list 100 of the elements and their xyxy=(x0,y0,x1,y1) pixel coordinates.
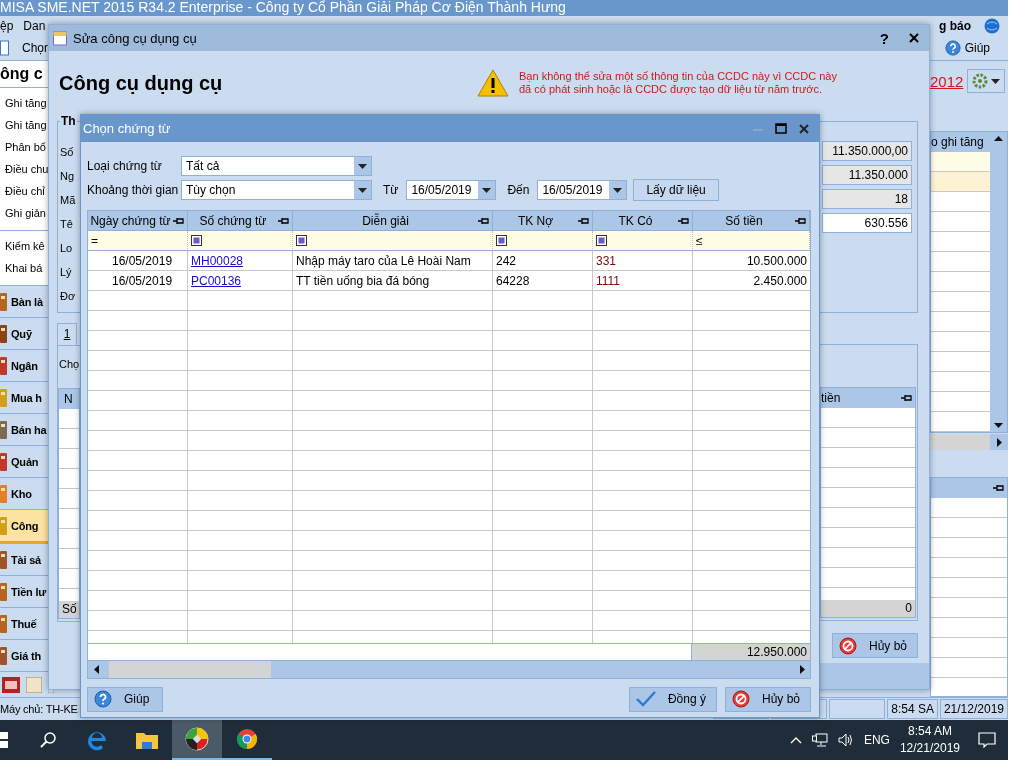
horizontal-scrollbar[interactable] xyxy=(88,660,810,678)
document-number-link[interactable]: PC00136 xyxy=(191,274,242,288)
module-icon xyxy=(0,450,8,473)
task-link[interactable]: Khai bá xyxy=(5,257,43,279)
task-link[interactable]: Ghi tăng xyxy=(5,92,47,114)
dropdown-arrow-icon[interactable] xyxy=(613,187,623,193)
task-link[interactable]: Phân bổ xyxy=(5,136,46,158)
date-picker[interactable]: 16/05/2019 xyxy=(537,180,628,200)
pin-icon[interactable] xyxy=(578,217,589,225)
clock[interactable]: 8:54 AM 12/21/2019 xyxy=(899,723,960,757)
pin-icon[interactable] xyxy=(795,217,806,225)
module-icon xyxy=(0,514,8,537)
column-header[interactable]: Số chứng từ xyxy=(188,211,293,231)
filter-operator-icon[interactable] xyxy=(596,235,607,246)
taskbar-button[interactable] xyxy=(172,720,222,760)
dropdown-arrow-icon[interactable] xyxy=(358,163,367,169)
pin-icon[interactable] xyxy=(278,217,289,225)
window-title: MISA SME.NET 2015 R34.2 Enterprise - Công ty Cổ Phần Giải Pháp Cơ Điện Thành Hưng xyxy=(0,0,1008,16)
chrome-icon xyxy=(236,728,258,750)
tab[interactable]: 1 xyxy=(57,323,77,345)
help-link[interactable]: Giúp xyxy=(964,41,990,55)
warning-icon xyxy=(477,69,509,97)
windows-logo-icon[interactable] xyxy=(0,732,8,748)
scroll-left-arrow-icon[interactable] xyxy=(93,665,99,674)
task-link[interactable]: Điều chu xyxy=(5,158,49,180)
scrollbar[interactable] xyxy=(930,434,1008,450)
debit-account-cell: 64228 xyxy=(496,274,530,288)
search-icon[interactable] xyxy=(40,732,56,748)
module-icon xyxy=(0,354,8,377)
filter-operator[interactable]: = xyxy=(91,230,98,251)
field-label: Đến xyxy=(507,183,530,197)
filter-operator-icon[interactable] xyxy=(496,235,507,246)
pin-icon[interactable] xyxy=(478,217,489,225)
scroll-down-arrow-icon[interactable] xyxy=(994,423,1003,428)
help-button[interactable]: Giúp xyxy=(87,686,163,712)
field-label: Số xyxy=(60,145,74,160)
column-header[interactable]: TK Nợ xyxy=(493,211,593,231)
date-picker[interactable]: 16/05/2019 xyxy=(406,180,497,200)
close-icon[interactable] xyxy=(799,123,809,134)
task-link[interactable]: Ghi tăng xyxy=(5,114,47,136)
chevron-up-icon[interactable] xyxy=(789,736,802,744)
module-icon xyxy=(0,580,8,603)
globe-icon[interactable] xyxy=(984,18,1000,34)
status-time: 8:54 SA xyxy=(887,699,938,719)
pin-icon[interactable] xyxy=(993,484,1004,492)
menu-item[interactable]: Dan xyxy=(23,19,46,33)
pin-icon[interactable] xyxy=(678,217,689,225)
scroll-up-arrow-icon[interactable] xyxy=(994,136,1003,141)
calendar-icon[interactable] xyxy=(2,676,20,693)
ok-button[interactable]: Đồng ý xyxy=(628,686,717,712)
notification-label[interactable]: g báo xyxy=(939,19,971,33)
filter-operator[interactable]: ≤ xyxy=(696,230,703,251)
close-icon[interactable] xyxy=(909,33,919,43)
amount-field[interactable]: 630.556 xyxy=(822,213,912,233)
column-header[interactable]: Diễn giải xyxy=(293,211,493,231)
speaker-icon[interactable] xyxy=(837,733,854,747)
task-link[interactable]: Kiểm kê xyxy=(5,235,45,257)
pin-icon[interactable] xyxy=(173,217,184,225)
scroll-right-arrow-icon[interactable] xyxy=(996,437,1002,447)
filter-operator-icon[interactable] xyxy=(296,235,307,246)
caret-icon[interactable] xyxy=(991,78,1001,84)
pin-icon[interactable] xyxy=(901,394,912,402)
gear-icon xyxy=(972,73,989,89)
cancel-icon xyxy=(838,636,857,655)
footer-total: 0 xyxy=(905,600,912,617)
app-icon xyxy=(185,727,209,751)
network-icon[interactable] xyxy=(811,733,828,747)
field-label: Ng xyxy=(60,169,75,184)
dropdown-arrow-icon[interactable] xyxy=(358,187,367,193)
scrollbar[interactable] xyxy=(990,132,1007,432)
help-button[interactable]: ? xyxy=(879,29,889,47)
cancel-button[interactable]: Hủy bỏ xyxy=(724,686,811,712)
dialog-title: Chọn chứng từ xyxy=(83,121,171,136)
document-icon[interactable] xyxy=(0,40,10,56)
document-type-dropdown[interactable]: Tất cả xyxy=(181,156,372,176)
menu-item[interactable]: ệp xyxy=(0,19,14,33)
maximize-icon[interactable] xyxy=(775,123,787,134)
column-header[interactable]: Ngày chứng từ xyxy=(88,211,188,231)
column-header[interactable]: Số tiền xyxy=(693,211,810,231)
task-link[interactable]: Điều chỉ xyxy=(5,180,45,202)
scroll-right-arrow-icon[interactable] xyxy=(799,665,805,674)
column-header[interactable]: TK Có xyxy=(593,211,693,231)
field-label: Mã xyxy=(60,193,76,208)
description-cell: TT tiền uống bia đá bóng xyxy=(296,274,430,288)
filter-operator-icon[interactable] xyxy=(191,235,202,246)
year-link[interactable]: 2012 xyxy=(930,72,964,90)
footer-label: Số xyxy=(62,601,77,618)
task-link[interactable]: Ghi giản xyxy=(5,202,46,224)
fetch-data-button[interactable]: Lấy dữ liệu xyxy=(633,179,719,201)
document-number-link[interactable]: MH00028 xyxy=(191,254,244,268)
settings-button[interactable] xyxy=(967,69,1006,93)
folder-icon[interactable] xyxy=(136,731,158,749)
browser-icon[interactable] xyxy=(86,729,108,751)
period-dropdown[interactable]: Tùy chọn xyxy=(181,180,372,200)
cancel-button[interactable]: Hủy bỏ xyxy=(831,633,918,658)
module-icon xyxy=(0,418,8,441)
credit-account-cell: 331 xyxy=(596,254,617,268)
notification-icon[interactable] xyxy=(978,732,996,748)
dropdown-arrow-icon[interactable] xyxy=(482,187,492,193)
language-indicator[interactable]: ENG xyxy=(863,733,890,747)
